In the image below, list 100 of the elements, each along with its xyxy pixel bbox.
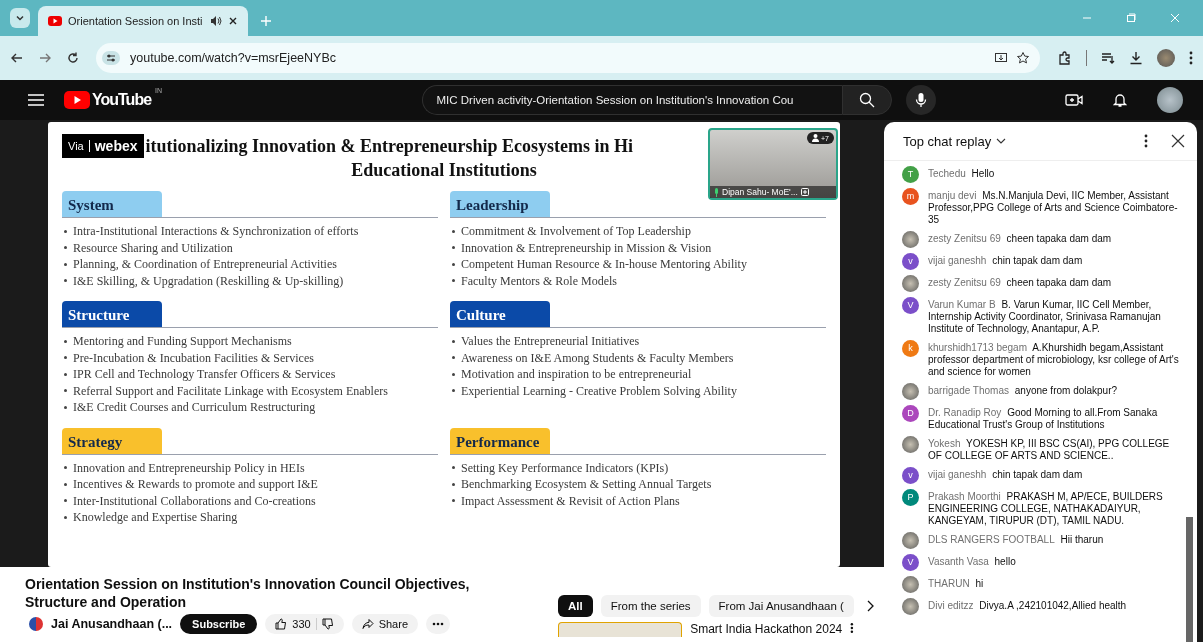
bullet-text: Mentoring and Funding Support Mechanisms: [73, 333, 292, 350]
chat-message: Yokesh YOKESH KP, III BSC CS(AI), PPG COLLEGE OF COLLEGE OF ARTS AND SCIENCE..: [928, 436, 1171, 462]
chevron-down-icon[interactable]: [15, 13, 25, 23]
reading-list-icon[interactable]: [1101, 51, 1115, 65]
account-avatar[interactable]: [1157, 87, 1183, 113]
bullet-text: Resource Sharing and Utilization: [73, 239, 233, 256]
bullet-icon: [64, 356, 67, 360]
forward-arrow-icon[interactable]: [38, 51, 52, 65]
user-avatar[interactable]: v: [902, 252, 919, 270]
section-heading: Leadership: [450, 191, 550, 217]
extensions-icon[interactable]: [1058, 51, 1072, 65]
thumbs-down-icon[interactable]: [321, 618, 334, 630]
user-avatar[interactable]: v: [902, 466, 919, 484]
user-avatar-picture[interactable]: [902, 435, 919, 453]
user-avatar-picture[interactable]: [902, 274, 919, 292]
bookmark-star-icon[interactable]: [1016, 51, 1030, 65]
more-menu-icon[interactable]: [850, 622, 854, 634]
close-tab-icon[interactable]: [228, 16, 238, 26]
logo-wordmark[interactable]: YouTube: [92, 91, 152, 109]
chat-message: Techedu Hello: [928, 166, 995, 180]
bullet-icon: [64, 229, 67, 233]
youtube-favicon-icon: [48, 16, 62, 26]
bullet-icon: [64, 339, 67, 343]
section-heading: Culture: [450, 301, 550, 327]
share-arrow-icon[interactable]: [361, 618, 374, 630]
chat-message: barrigade Thomas anyone from dolakpur?: [928, 383, 1118, 397]
section-heading: Strategy: [62, 427, 162, 454]
chevron-down-icon[interactable]: [996, 138, 1007, 144]
user-avatar-picture[interactable]: [902, 575, 919, 593]
expand-icon[interactable]: [800, 188, 809, 196]
user-avatar-picture[interactable]: [902, 230, 919, 248]
bullet-icon: [64, 246, 67, 250]
bullet-icon: [452, 356, 455, 360]
bullet-text: IPR Cell and Technology Transfer Officers & Services: [73, 366, 336, 383]
microphone-icon[interactable]: [914, 92, 927, 108]
user-avatar[interactable]: m: [902, 187, 919, 205]
close-icon[interactable]: [1171, 134, 1185, 148]
chevron-right-icon[interactable]: [865, 600, 874, 612]
video-thumbnail[interactable]: [558, 622, 683, 637]
more-actions-button[interactable]: [426, 614, 450, 634]
bullet-icon: [452, 372, 455, 376]
bullet-text: Commitment & Involvement of Top Leadership: [461, 223, 691, 240]
share-button[interactable]: Share: [351, 614, 418, 634]
site-settings-icon[interactable]: [102, 51, 120, 65]
bullet-text: Experiential Learning - Creative Problem Solving Ability: [461, 382, 737, 399]
bullet-icon: [64, 372, 67, 376]
bullet-text: Inter-Institutional Collaborations and Co-creations: [73, 492, 316, 509]
profile-avatar[interactable]: [1157, 49, 1175, 67]
chat-message: DLS RANGERS FOOTBALL Hii tharun: [928, 532, 1104, 546]
download-icon[interactable]: [1129, 51, 1143, 65]
user-avatar[interactable]: P: [902, 488, 919, 506]
chat-message: zesty Zenitsu 69 cheen tapaka dam dam: [928, 231, 1112, 245]
speaker-icon[interactable]: [210, 15, 222, 27]
video-title: Orientation Session on Institution's Innovation Council Objectives, Structure and Operation: [25, 575, 471, 611]
scrollbar-thumb[interactable]: [1186, 517, 1193, 642]
bullet-text: Incentives & Rewards to promote and support I&E: [73, 476, 318, 493]
user-avatar-picture[interactable]: [902, 382, 919, 400]
search-icon[interactable]: [858, 92, 875, 108]
via-label: Via: [68, 140, 84, 152]
more-dots-icon[interactable]: [432, 622, 444, 626]
like-dislike-button[interactable]: 330: [265, 614, 344, 634]
filter-chip[interactable]: From the series: [600, 595, 701, 617]
reload-icon[interactable]: [66, 51, 80, 65]
bullet-text: Innovation and Entrepreneurship Policy in HEIs: [73, 459, 305, 476]
channel-name[interactable]: Jai Anusandhaan (...: [51, 617, 173, 631]
create-video-icon[interactable]: [1065, 93, 1083, 107]
section-heading: Structure: [62, 301, 162, 327]
bullet-text: Impact Assessment & Revisit of Action Plans: [461, 492, 680, 509]
bell-icon[interactable]: [1113, 92, 1127, 108]
voice-search-button[interactable]: [905, 85, 936, 115]
tab-list-button[interactable]: [10, 8, 30, 28]
more-menu-icon[interactable]: [1144, 134, 1148, 148]
user-avatar-picture[interactable]: [902, 531, 919, 549]
user-avatar[interactable]: V: [902, 296, 919, 314]
channel-avatar[interactable]: [29, 617, 43, 631]
youtube-play-logo-icon[interactable]: [64, 91, 90, 109]
slide-title: Educational Institutions: [350, 160, 538, 181]
search-button[interactable]: [841, 85, 892, 115]
filter-chip[interactable]: From Jai Anusandhaan (: [708, 595, 854, 617]
subscribe-button[interactable]: Subscribe: [180, 614, 258, 634]
filter-chip[interactable]: All: [558, 595, 593, 617]
more-menu-icon[interactable]: [1189, 51, 1193, 65]
user-avatar[interactable]: V: [902, 553, 919, 571]
bullet-icon: [452, 262, 455, 266]
search-field[interactable]: MIC Driven activity-Orientation Session on Institution's Innovation Cou: [421, 85, 842, 115]
install-app-icon[interactable]: [994, 51, 1008, 65]
recommended-video-title[interactable]: Smart India Hackathon 2024: [690, 622, 843, 636]
chat-message: vijai ganeshh chin tapak dam dam: [928, 467, 1083, 481]
url-text: youtube.com/watch?v=msrEjeeNYBc: [130, 51, 336, 65]
user-avatar[interactable]: D: [902, 404, 919, 422]
bullet-text: Planning, & Coordination of Entrepreneurial Activities: [73, 256, 337, 273]
address-bar[interactable]: youtube.com/watch?v=msrEjeeNYBc: [96, 43, 1040, 73]
chat-mode-dropdown[interactable]: Top chat replay: [903, 133, 992, 149]
user-avatar-picture[interactable]: [902, 597, 919, 615]
browser-tab[interactable]: Orientation Session on Insti: [38, 6, 248, 36]
thumbs-up-icon[interactable]: [275, 618, 288, 630]
back-arrow-icon[interactable]: [10, 51, 24, 65]
menu-icon[interactable]: [28, 94, 44, 106]
bullet-icon: [64, 466, 67, 470]
bullet-text: Awareness on I&E Among Students & Faculty Members: [461, 349, 734, 366]
